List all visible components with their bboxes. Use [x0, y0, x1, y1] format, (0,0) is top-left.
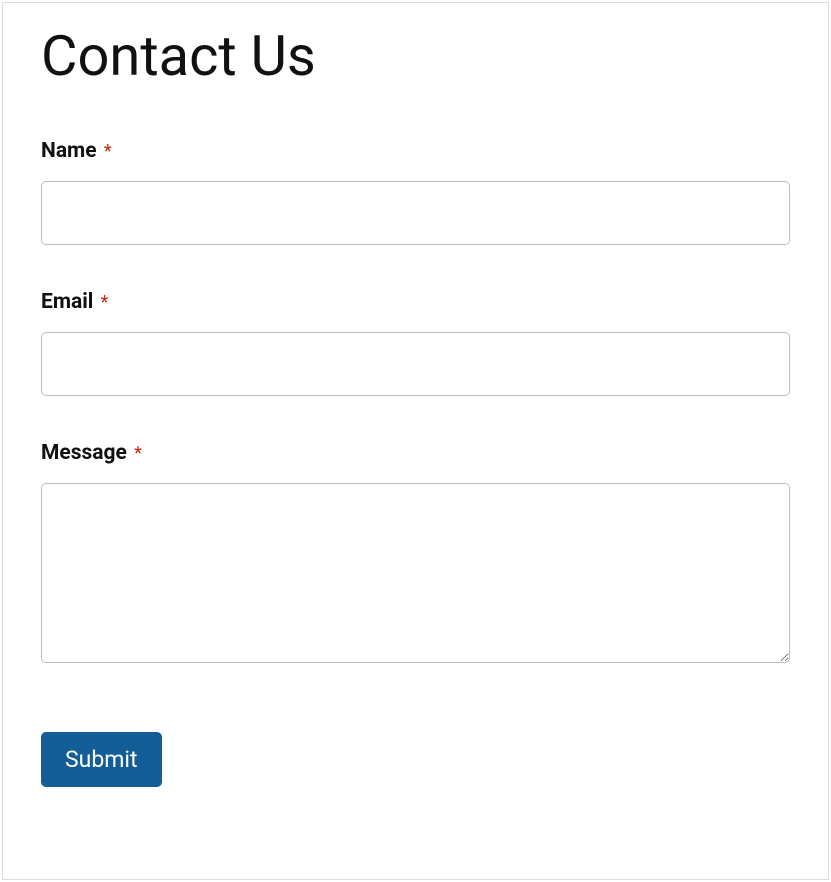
name-field-group: Name *: [41, 139, 790, 245]
message-label: Message *: [41, 441, 790, 465]
message-required-marker: *: [134, 443, 142, 464]
message-input[interactable]: [41, 483, 790, 663]
email-field-group: Email *: [41, 290, 790, 396]
contact-form: Name * Email * Message * Submit: [41, 139, 790, 787]
email-label: Email *: [41, 290, 790, 314]
name-input[interactable]: [41, 181, 790, 245]
submit-button[interactable]: Submit: [41, 732, 162, 787]
email-input[interactable]: [41, 332, 790, 396]
message-field-group: Message *: [41, 441, 790, 667]
email-required-marker: *: [101, 292, 109, 313]
page-title: Contact Us: [41, 23, 790, 89]
message-label-text: Message: [41, 441, 127, 465]
name-label-text: Name: [41, 139, 97, 163]
contact-form-container: Contact Us Name * Email * Message * Subm…: [2, 2, 829, 880]
name-required-marker: *: [104, 141, 112, 162]
name-label: Name *: [41, 139, 790, 163]
email-label-text: Email: [41, 290, 93, 314]
